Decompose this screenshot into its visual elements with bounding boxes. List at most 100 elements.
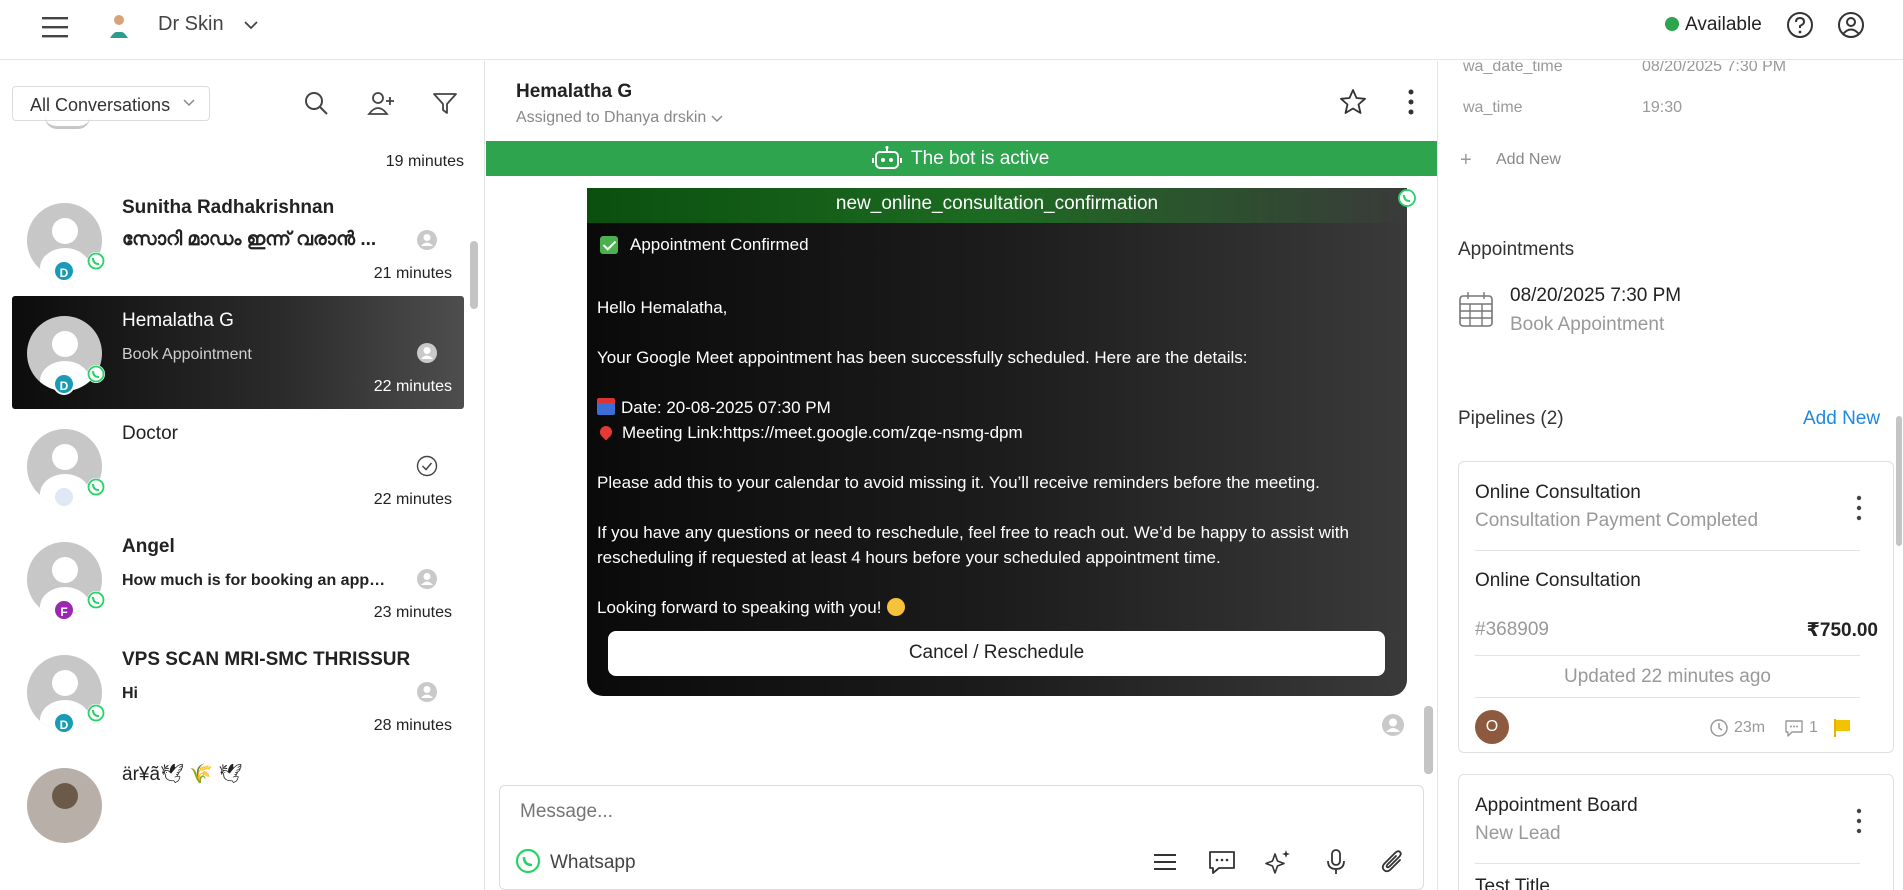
- agent-badge: [53, 486, 75, 508]
- template-date-line: Date: 20-08-2025 07:30 PM: [597, 395, 1397, 420]
- conversation-name: VPS SCAN MRI-SMC THRISSUR: [122, 649, 411, 670]
- plus-icon: +: [1460, 149, 1472, 171]
- conversation-item[interactable]: Doctor 22 minutes: [12, 409, 464, 522]
- conversation-list-panel: All Conversations 19 minutes D Sunitha R…: [0, 61, 485, 890]
- pipeline-card[interactable]: Online Consultation Consultation Payment…: [1458, 461, 1894, 753]
- pipeline-card[interactable]: Appointment Board New Lead Test Title: [1458, 774, 1894, 890]
- conversation-item[interactable]: D VPS SCAN MRI-SMC THRISSUR Hi 28 minute…: [12, 635, 464, 748]
- deal-amount: ₹750.00: [1806, 620, 1878, 641]
- brand-logo-icon: [110, 15, 128, 38]
- template-closing: Looking forward to speaking with you!: [597, 598, 882, 617]
- robot-icon: [872, 146, 902, 169]
- conversation-time: 22 minutes: [373, 491, 452, 508]
- add-attribute-button[interactable]: + Add New: [1460, 149, 1561, 172]
- comment-icon: [1785, 720, 1803, 737]
- conversation-item[interactable]: D Sunitha Radhakrishnan സോറി മാഡം ഇന്ന് …: [12, 183, 464, 296]
- conversation-item[interactable]: är¥ã🕊 🌾 🕊: [12, 748, 464, 861]
- whatsapp-icon[interactable]: [515, 848, 541, 874]
- template-meeting-link[interactable]: Meeting Link:https://meet.google.com/zqe…: [622, 423, 1023, 442]
- assigned-agent[interactable]: Assigned to Dhanya drskin: [516, 109, 706, 127]
- conversation-list-scrollbar[interactable]: [470, 241, 478, 309]
- whatsapp-icon: [87, 252, 105, 270]
- chat-messages-area: new_online_consultation_confirmation App…: [486, 176, 1437, 784]
- chevron-down-icon: [183, 99, 195, 107]
- appointment-date[interactable]: 08/20/2025 7:30 PM: [1510, 285, 1681, 307]
- user-account-icon[interactable]: [1836, 10, 1866, 40]
- channel-selector[interactable]: Whatsapp: [550, 852, 636, 874]
- quick-replies-icon[interactable]: [1150, 848, 1180, 876]
- add-user-icon[interactable]: [366, 89, 396, 117]
- more-options-icon[interactable]: [1855, 807, 1863, 835]
- pipeline-stage: Consultation Payment Completed: [1475, 510, 1759, 531]
- add-pipeline-button[interactable]: Add New: [1803, 408, 1880, 430]
- contact-name[interactable]: Hemalatha G: [516, 81, 632, 103]
- pipeline-stage: New Lead: [1475, 823, 1561, 844]
- conversation-name: är¥ã🕊 🌾 🕊: [122, 764, 243, 785]
- filter-icon[interactable]: [431, 89, 459, 117]
- owner-avatar: O: [1475, 710, 1509, 744]
- help-icon[interactable]: [1785, 10, 1815, 40]
- attribute-value[interactable]: 08/20/2025 7:30 PM: [1642, 61, 1786, 76]
- chevron-down-icon[interactable]: [710, 112, 724, 126]
- whatsapp-icon: [87, 591, 105, 609]
- cancel-reschedule-button[interactable]: Cancel / Reschedule: [608, 631, 1385, 676]
- chat-bubble-icon[interactable]: [1207, 848, 1237, 876]
- conversation-name: Angel: [122, 536, 175, 557]
- top-bar: Dr Skin Available: [0, 0, 1903, 60]
- attribute-key: wa_time: [1463, 99, 1523, 116]
- chevron-down-icon[interactable]: [242, 16, 260, 34]
- ai-sparkle-icon[interactable]: [1264, 848, 1294, 876]
- avatar: [45, 117, 90, 129]
- conversation-preview: സോറി മാഡം ഇന്ന് വരാൻ ...: [122, 229, 377, 250]
- conversation-time: 23 minutes: [373, 604, 452, 621]
- conversation-item-active[interactable]: D Hemalatha G Book Appointment 22 minute…: [12, 296, 464, 409]
- pipeline-name: Online Consultation: [1475, 482, 1641, 503]
- template-link-line: Meeting Link:https://meet.google.com/zqe…: [597, 420, 1397, 445]
- whatsapp-icon: [87, 478, 105, 496]
- conversation-filter-dropdown[interactable]: All Conversations: [12, 86, 210, 121]
- details-scrollbar[interactable]: [1896, 416, 1902, 546]
- chat-header: Hemalatha G Assigned to Dhanya drskin: [486, 61, 1437, 141]
- more-options-icon[interactable]: [1406, 87, 1416, 117]
- hamburger-menu-icon[interactable]: [40, 12, 70, 42]
- pipelines-title: Pipelines (2): [1458, 408, 1564, 429]
- more-options-icon[interactable]: [1855, 494, 1863, 522]
- attachment-icon[interactable]: [1378, 848, 1408, 876]
- template-message-card: new_online_consultation_confirmation App…: [587, 188, 1407, 696]
- template-headline: Appointment Confirmed: [630, 235, 809, 254]
- conversation-time: 21 minutes: [373, 265, 452, 282]
- message-input[interactable]: [520, 801, 1400, 823]
- chat-scrollbar[interactable]: [1424, 706, 1433, 774]
- divider: [1475, 655, 1860, 656]
- deal-age: 23m: [1734, 719, 1766, 736]
- assignee-icon: [417, 569, 437, 589]
- conversation-preview: Book Appointment: [122, 346, 252, 363]
- search-icon[interactable]: [302, 89, 330, 117]
- agent-badge: D: [53, 712, 75, 734]
- whatsapp-icon: [87, 365, 105, 383]
- conversation-item[interactable]: F Angel How much is for booking an appoi…: [12, 522, 464, 635]
- divider: [1475, 863, 1860, 864]
- whatsapp-icon: [87, 704, 105, 722]
- check-circle-icon: [416, 455, 438, 477]
- microphone-icon[interactable]: [1321, 848, 1351, 876]
- deal-title: Test Title: [1475, 876, 1550, 890]
- deal-title: Online Consultation: [1475, 570, 1641, 591]
- calendar-emoji-icon: [597, 398, 615, 415]
- availability-status[interactable]: Available: [1685, 14, 1762, 36]
- conversation-time: 22 minutes: [373, 378, 452, 395]
- attribute-value[interactable]: 19:30: [1642, 99, 1682, 117]
- message-composer: Whatsapp: [499, 785, 1424, 890]
- bot-active-label: The bot is active: [911, 148, 1050, 169]
- smile-emoji-icon: [887, 598, 906, 616]
- deal-updated: Updated 22 minutes ago: [1563, 666, 1772, 687]
- conversation-name: Sunitha Radhakrishnan: [122, 197, 335, 218]
- flag-icon[interactable]: [1833, 718, 1851, 738]
- star-icon[interactable]: [1338, 87, 1368, 117]
- agent-badge: F: [53, 599, 75, 621]
- divider: [1475, 697, 1860, 698]
- template-questions-2: rescheduling if requested at least 4 hou…: [597, 548, 1221, 567]
- brand-name[interactable]: Dr Skin: [158, 13, 224, 36]
- calendar-icon: [1459, 292, 1493, 327]
- clock-icon: [1710, 719, 1728, 737]
